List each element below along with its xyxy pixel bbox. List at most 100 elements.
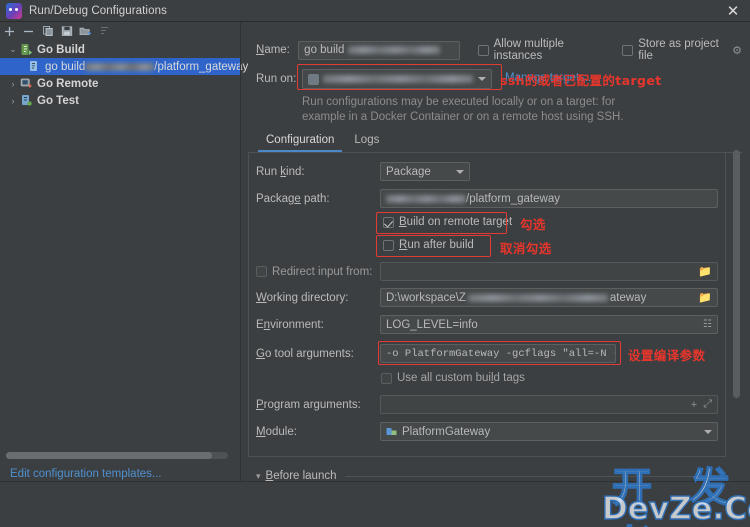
run-kind-row: Run kind: Package (256, 162, 726, 181)
tree-item-go-remote[interactable]: › Go Remote (0, 75, 240, 92)
edit-environment-icon[interactable]: ☷ (703, 319, 712, 330)
chevron-down-icon[interactable]: ⌄ (6, 44, 20, 55)
tree-item-label-suffix: /platform_gateway (154, 60, 249, 73)
allow-multiple-instances-checkbox[interactable]: Allow multiple instances (477, 38, 605, 62)
annotation-manage-targets: ssh的或者已配置的target (500, 73, 662, 88)
module-row: Module: PlatformGateway (256, 422, 726, 441)
copy-icon[interactable] (38, 22, 57, 40)
chevron-right-icon[interactable]: › (6, 79, 20, 89)
dialog-footer: ? Run OK Cancel (0, 482, 750, 527)
close-icon[interactable]: ✕ (716, 0, 750, 22)
window-title: Run/Debug Configurations (29, 4, 167, 17)
redacted-working-directory: x (467, 293, 608, 302)
save-icon[interactable] (57, 22, 76, 40)
environment-input[interactable]: LOG_LEVEL=info ☷ (380, 315, 718, 334)
package-path-input[interactable]: x /platform_gateway (380, 189, 718, 208)
module-value: PlatformGateway (402, 425, 491, 438)
run-kind-combobox[interactable]: Package (380, 162, 470, 181)
go-file-icon (28, 60, 41, 73)
working-directory-input[interactable]: D:\workspace\Z x ateway 📁 (380, 288, 718, 307)
gear-icon[interactable]: ⚙ (732, 44, 742, 57)
annotation-check: 勾选 (520, 217, 546, 232)
store-as-project-file-label: Store as project file (638, 38, 719, 62)
redirect-input-field[interactable]: 📁 (380, 262, 718, 281)
package-path-label: Package path: (256, 192, 330, 205)
program-arguments-actions: + ⤢ (691, 398, 712, 411)
package-path-value: /platform_gateway (466, 192, 560, 205)
tab-logs[interactable]: Logs (344, 131, 389, 152)
go-tool-arguments-label: Go tool arguments: (256, 347, 354, 360)
run-on-label: Run on: (256, 73, 297, 85)
form-vertical-scrollbar[interactable] (733, 150, 740, 460)
tree-item-go-test[interactable]: › Go Test (0, 92, 240, 109)
sort-icon[interactable] (95, 22, 114, 40)
allow-multiple-instances-label: Allow multiple instances (493, 38, 564, 62)
run-debug-configurations-dialog: Run/Debug Configurations ✕ ⌄ Go Build go… (0, 0, 750, 527)
tab-configuration[interactable]: Configuration (256, 131, 344, 152)
use-all-custom-build-tags-checkbox[interactable]: Use all custom build tags (381, 372, 525, 384)
checkbox-box[interactable] (477, 44, 489, 56)
tree-item-label: Go Test (37, 94, 79, 107)
chevron-down-icon[interactable] (456, 169, 464, 174)
title-bar: Run/Debug Configurations (0, 0, 750, 22)
folder-icon[interactable]: 📁 (698, 265, 712, 278)
annotation-box-run-after-build (376, 235, 491, 257)
expand-icon[interactable]: ⤢ (703, 398, 712, 411)
configurations-tree[interactable]: ⌄ Go Build go build xxxxxxxxxxxx /platfo… (0, 41, 248, 451)
name-input[interactable]: go build x (298, 40, 460, 60)
remove-button[interactable] (19, 22, 38, 40)
checkbox-box[interactable] (256, 266, 267, 277)
folder-icon[interactable]: 📁 (698, 291, 712, 304)
panel-divider (240, 22, 241, 481)
working-directory-value: D:\workspace\Z (386, 291, 466, 304)
redacted-package-prefix: x (386, 194, 466, 203)
annotation-build-args: 设置编译参数 (628, 348, 706, 363)
go-remote-icon (20, 77, 33, 90)
tree-item-go-build[interactable]: ⌄ Go Build (0, 41, 240, 58)
run-kind-value: Package (386, 165, 431, 178)
redirect-input-row: Redirect input from: 📁 (256, 262, 726, 281)
chevron-right-icon[interactable]: › (6, 96, 20, 106)
module-combobox[interactable]: PlatformGateway (380, 422, 718, 441)
tree-horizontal-scrollbar[interactable] (6, 452, 228, 459)
name-input-value: go build (304, 44, 345, 56)
redacted-name: x (348, 46, 441, 54)
run-on-hint: Run configurations may be executed local… (302, 95, 624, 125)
chevron-down-icon[interactable] (704, 429, 712, 434)
store-as-project-file-checkbox[interactable]: Store as project file (622, 38, 727, 62)
annotation-box-go-tool-arguments (378, 341, 621, 365)
move-to-folder-icon[interactable] (76, 22, 95, 40)
name-label: Name: (256, 44, 290, 56)
module-icon (386, 426, 397, 437)
program-arguments-label: Program arguments: (256, 398, 361, 411)
edit-configuration-templates-link[interactable]: Edit configuration templates... (10, 468, 162, 480)
environment-label: Environment: (256, 318, 324, 331)
run-on-hint-line1: Run configurations may be executed local… (302, 96, 616, 108)
redirect-input-checkbox[interactable]: Redirect input from: (256, 266, 380, 278)
tree-item-label: Go Remote (37, 77, 99, 90)
go-build-icon (20, 43, 33, 56)
working-directory-row: Working directory: D:\workspace\Z x atew… (256, 288, 726, 307)
environment-value: LOG_LEVEL=info (386, 318, 478, 331)
configuration-tabs: Configuration Logs (256, 131, 389, 152)
module-label: Module: (256, 425, 297, 438)
redacted-path: xxxxxxxxxxxx (85, 62, 155, 71)
tree-item-label: go build (45, 60, 86, 73)
name-row: Name: go build x Allow multiple instance… (256, 38, 742, 62)
checkbox-box[interactable] (381, 372, 392, 384)
chevron-down-icon[interactable]: ▾ (256, 471, 261, 482)
program-arguments-input[interactable]: + ⤢ (380, 395, 718, 414)
program-arguments-row: Program arguments: + ⤢ (256, 395, 726, 414)
tree-item-go-build-platform-gateway[interactable]: go build xxxxxxxxxxxx /platform_gateway (0, 58, 248, 75)
add-button[interactable] (0, 22, 19, 40)
run-kind-label: Run kind: (256, 165, 305, 178)
working-directory-label: Working directory: (256, 291, 349, 304)
go-test-icon (20, 94, 33, 107)
working-directory-suffix: ateway (609, 291, 647, 304)
annotation-box-run-on (297, 64, 502, 90)
package-path-row: Package path: x /platform_gateway (256, 189, 726, 208)
insert-macro-icon[interactable]: + (691, 399, 697, 411)
checkbox-box[interactable] (622, 44, 634, 56)
use-all-custom-build-tags-label: Use all custom build tags (397, 372, 525, 384)
annotation-box-build-on-remote (376, 212, 507, 234)
